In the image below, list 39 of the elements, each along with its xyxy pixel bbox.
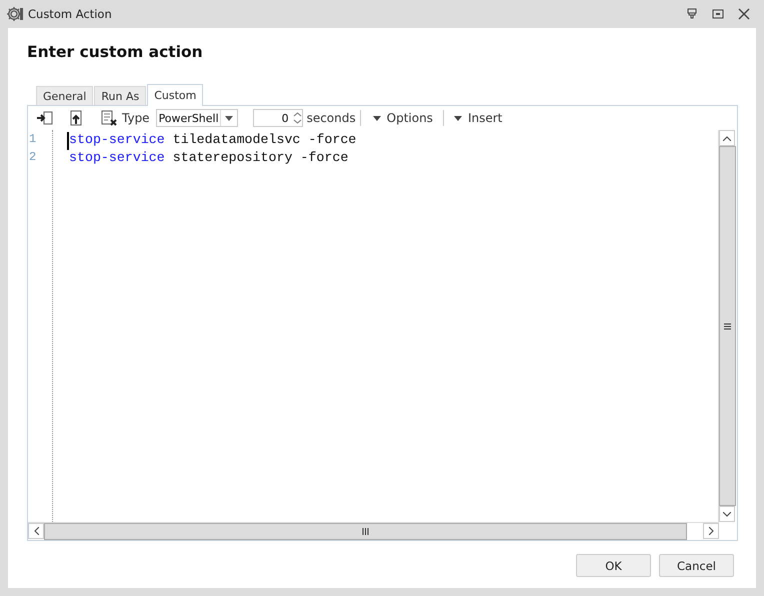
code-line: stop-service tiledatamodelsvc -force (67, 132, 356, 150)
spin-icon (292, 110, 302, 126)
scroll-down-button[interactable] (719, 506, 735, 522)
options-menu[interactable]: Options (368, 111, 437, 125)
type-dropdown[interactable]: PowerShell (156, 109, 238, 127)
scroll-right-button[interactable] (703, 523, 719, 539)
window-title: Custom Action (28, 7, 113, 21)
scroll-left-button[interactable] (28, 523, 44, 539)
caret-icon (372, 116, 381, 120)
dialog-button[interactable]: Cancel (659, 554, 734, 577)
tab[interactable]: Run As (94, 86, 146, 105)
caret-icon (454, 116, 462, 120)
seconds-field[interactable]: 0 (252, 109, 303, 127)
line-number: 2 (28, 150, 38, 166)
import-icon[interactable] (36, 110, 54, 126)
seconds-label: seconds (306, 111, 356, 125)
tab[interactable]: Custom (147, 84, 204, 106)
chevron-down-icon (723, 512, 731, 516)
line-number: 1 (28, 132, 38, 148)
pin-icon[interactable] (686, 8, 698, 20)
chevron-left-icon (34, 527, 38, 535)
restore-icon[interactable] (712, 8, 724, 20)
scroll-up-button[interactable] (719, 130, 735, 146)
grip-icon (724, 322, 731, 330)
vertical-scroll-thumb[interactable] (719, 146, 736, 506)
gear-icon (6, 5, 24, 23)
tab[interactable]: General (36, 86, 94, 105)
horizontal-scroll-thumb[interactable] (44, 523, 687, 540)
caret-icon (224, 116, 233, 120)
chevron-up-icon (723, 136, 731, 140)
code-line: stop-service staterepository -force (69, 150, 348, 167)
type-label: Type (122, 111, 150, 125)
dialog-button[interactable]: OK (576, 554, 651, 577)
clear-icon[interactable] (100, 110, 118, 126)
close-icon[interactable] (738, 8, 750, 20)
grip-icon (362, 528, 369, 535)
insert-menu[interactable]: Insert (450, 111, 506, 125)
dialog-heading: Enter custom action (27, 43, 204, 61)
chevron-right-icon (708, 527, 714, 535)
